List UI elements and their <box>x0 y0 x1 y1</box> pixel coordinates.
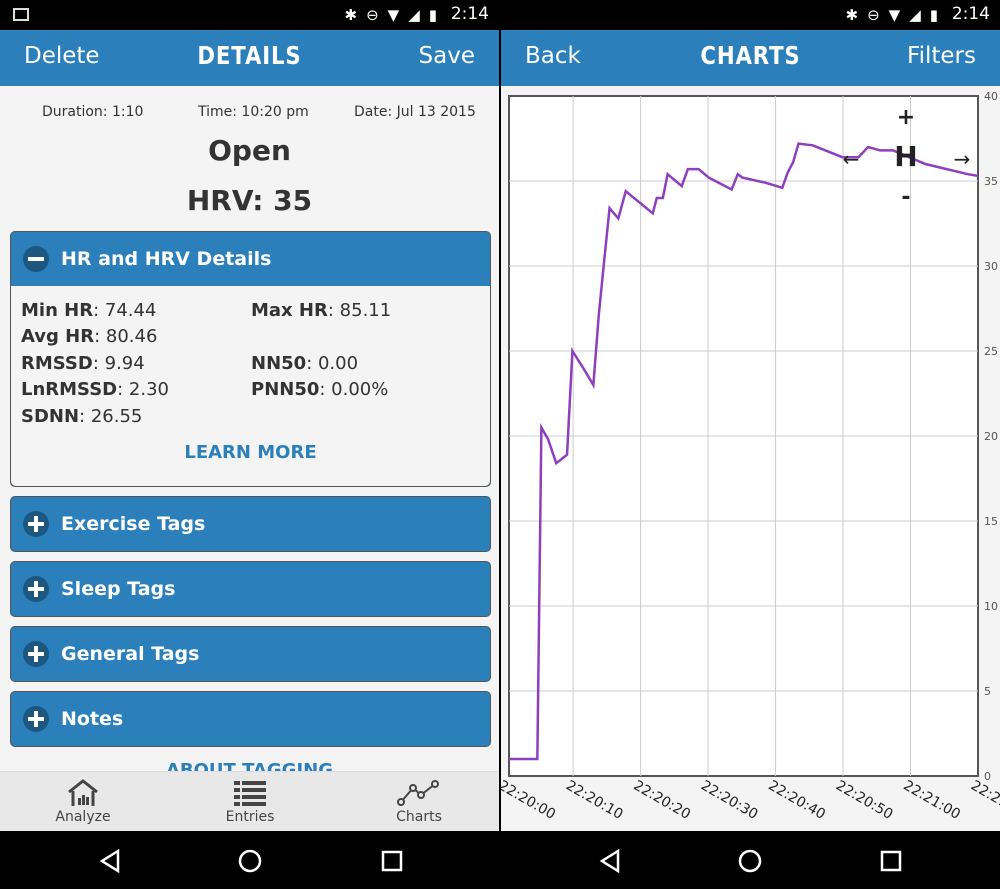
session-time: Time: 10:20 pm <box>198 104 309 120</box>
session-date: Date: Jul 13 2015 <box>354 104 476 120</box>
tab-label: Charts <box>396 809 442 825</box>
back-nav-icon[interactable] <box>598 849 622 873</box>
section-title: General Tags <box>61 643 200 665</box>
y-tick-label: 30 <box>984 260 998 273</box>
line-chart-icon <box>397 780 439 806</box>
section-title: Notes <box>61 708 124 730</box>
hr-hrv-details-toggle[interactable]: HR and HRV Details <box>11 232 490 286</box>
y-tick-label: 10 <box>984 600 998 613</box>
charts-screen: ✱ ⊖ ▼ ◢ ▮ 2:14 Back CHARTS Filters 0 5 10 15 20 2… <box>501 0 1000 889</box>
y-tick-label: 5 <box>984 685 991 698</box>
chart-control-label: H <box>894 140 917 173</box>
clock: 2:14 <box>951 4 990 24</box>
learn-more-link[interactable]: LEARN MORE <box>11 442 490 463</box>
nn50: NN50: 0.00 <box>251 353 359 374</box>
y-tick-label: 35 <box>984 175 998 188</box>
bluetooth-icon: ✱ <box>845 6 859 24</box>
section-title: Sleep Tags <box>61 578 176 600</box>
exercise-tags-section[interactable]: Exercise Tags <box>10 496 491 552</box>
save-button[interactable]: Save <box>419 43 475 69</box>
android-nav-bar <box>501 831 1000 889</box>
recents-nav-icon[interactable] <box>879 849 903 873</box>
sdnn: SDNN: 26.55 <box>21 406 143 427</box>
list-icon <box>234 781 266 806</box>
x-tick-label: 22:20:20 <box>631 778 693 823</box>
hr-hrv-details-section: HR and HRV Details Min HR: 74.44 Max HR:… <box>10 231 491 487</box>
section-title: Exercise Tags <box>61 513 206 535</box>
general-tags-section[interactable]: General Tags <box>10 626 491 682</box>
tab-label: Analyze <box>55 809 111 825</box>
x-tick-label: 22:21:10 <box>968 778 1000 823</box>
hrv-score: HRV: 35 <box>186 184 313 217</box>
plus-circle-icon <box>23 641 49 667</box>
notes-section[interactable]: Notes <box>10 691 491 747</box>
x-tick-label: 22:20:10 <box>563 778 625 823</box>
details-header: Delete DETAILS Save <box>0 30 499 86</box>
image-icon <box>13 8 29 21</box>
y-tick-label: 0 <box>984 770 991 783</box>
plus-circle-icon <box>23 706 49 732</box>
battery-icon: ▮ <box>929 6 938 24</box>
sleep-tags-section[interactable]: Sleep Tags <box>10 561 491 617</box>
do-not-disturb-icon: ⊖ <box>366 6 379 24</box>
y-tick-label: 25 <box>984 345 998 358</box>
charts-header: Back CHARTS Filters <box>501 30 1000 86</box>
page-title: DETAILS <box>197 41 302 70</box>
do-not-disturb-icon: ⊖ <box>867 6 880 24</box>
bottom-tab-bar: Analyze Entries Charts <box>0 771 499 831</box>
x-tick-label: 22:20:40 <box>766 778 828 823</box>
battery-icon: ▮ <box>428 6 437 24</box>
android-nav-bar <box>0 831 499 889</box>
clock: 2:14 <box>450 4 489 24</box>
page-title: CHARTS <box>700 41 801 70</box>
pan-right-button[interactable]: → <box>954 147 971 171</box>
tab-analyze[interactable]: Analyze <box>23 772 143 825</box>
min-hr: Min HR: 74.44 <box>21 300 157 321</box>
recents-nav-icon[interactable] <box>380 849 404 873</box>
bluetooth-icon: ✱ <box>344 6 358 24</box>
house-chart-icon <box>68 779 98 806</box>
x-tick-label: 22:20:00 <box>501 778 558 823</box>
plus-circle-icon <box>23 576 49 602</box>
x-tick-label: 22:21:00 <box>901 778 963 823</box>
section-title: HR and HRV Details <box>61 248 272 270</box>
y-tick-label: 20 <box>984 430 998 443</box>
status-bar: ✱ ⊖ ▼ ◢ ▮ 2:14 <box>0 0 499 30</box>
home-nav-icon[interactable] <box>738 849 762 873</box>
tab-charts[interactable]: Charts <box>359 772 479 825</box>
tab-label: Entries <box>225 809 275 825</box>
filters-button[interactable]: Filters <box>907 43 976 69</box>
status-bar: ✱ ⊖ ▼ ◢ ▮ 2:14 <box>501 0 1000 30</box>
avg-hr: Avg HR: 80.46 <box>21 326 158 347</box>
duration: Duration: 1:10 <box>42 104 144 120</box>
pan-left-button[interactable]: ← <box>843 147 860 171</box>
zoom-in-button[interactable]: + <box>897 105 915 130</box>
max-hr: Max HR: 85.11 <box>251 300 392 321</box>
y-tick-label: 40 <box>984 90 998 103</box>
home-nav-icon[interactable] <box>238 849 262 873</box>
hr-stats: Min HR: 74.44 Max HR: 85.11 Avg HR: 80.4… <box>11 286 490 486</box>
minus-circle-icon <box>23 246 49 272</box>
hrv-line-chart[interactable]: 0 5 10 15 20 25 30 35 40 22:20:00 22:20:10 22:20:20… <box>501 86 1000 831</box>
pnn50: PNN50: 0.00% <box>251 379 389 400</box>
plus-circle-icon <box>23 511 49 537</box>
details-screen: ✱ ⊖ ▼ ◢ ▮ 2:14 Delete DETAILS Save Duration:… <box>0 0 499 889</box>
signal-icon: ◢ <box>909 6 921 24</box>
lnrmssd: LnRMSSD: 2.30 <box>21 379 169 400</box>
y-tick-label: 15 <box>984 515 998 528</box>
x-tick-label: 22:20:50 <box>833 778 895 823</box>
zoom-out-button[interactable]: - <box>901 185 910 210</box>
signal-icon: ◢ <box>408 6 420 24</box>
tab-entries[interactable]: Entries <box>190 772 310 825</box>
x-tick-label: 22:20:30 <box>698 778 760 823</box>
rmssd: RMSSD: 9.94 <box>21 353 145 374</box>
wifi-icon: ▼ <box>888 6 901 24</box>
back-nav-icon[interactable] <box>98 849 122 873</box>
session-state: Open <box>208 134 291 167</box>
wifi-icon: ▼ <box>387 6 400 24</box>
